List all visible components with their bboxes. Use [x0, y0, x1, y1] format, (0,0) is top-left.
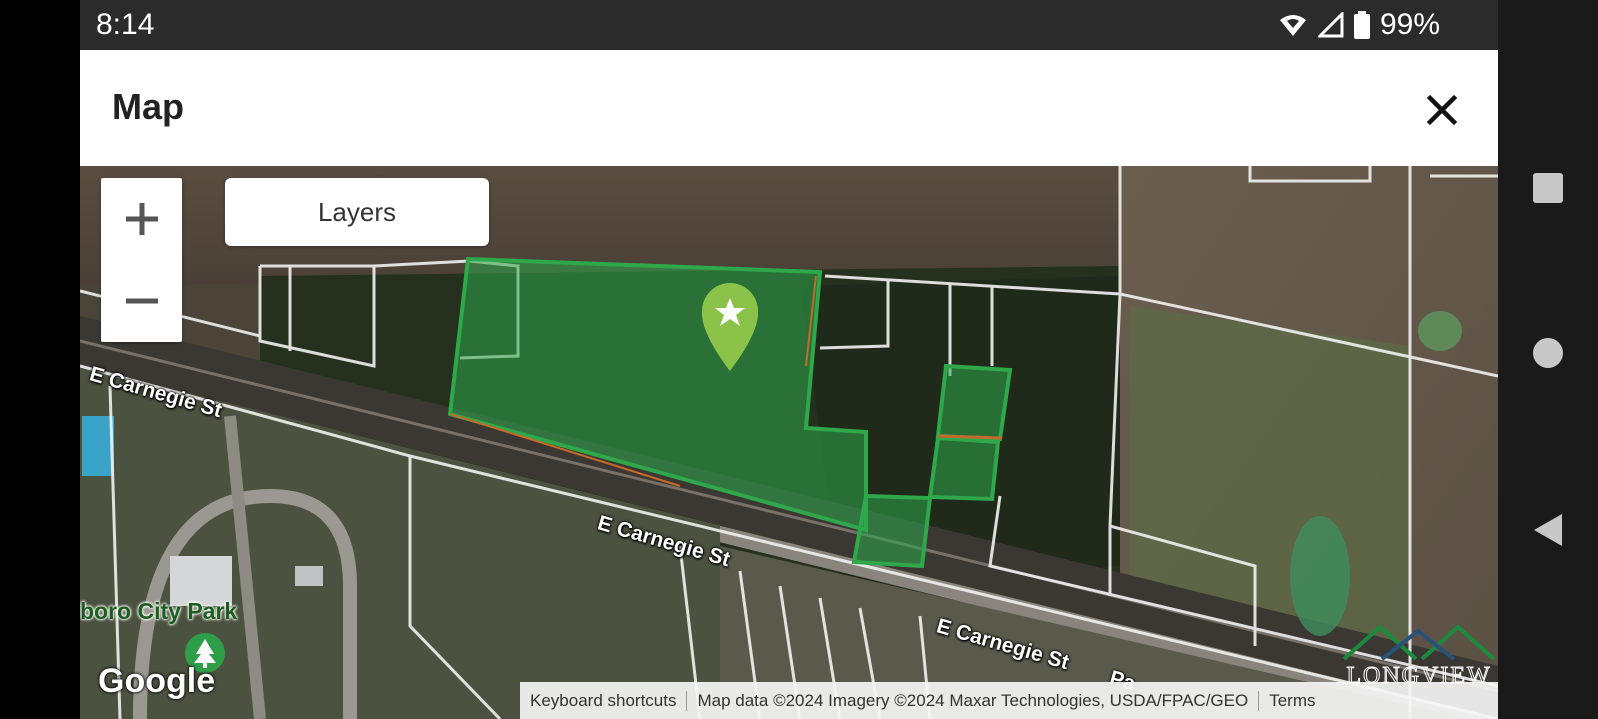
plus-icon — [125, 203, 158, 235]
longview-watermark-logo: LONGVIEW — [1342, 624, 1496, 690]
svg-text:LONGVIEW: LONGVIEW — [1346, 663, 1491, 689]
map-header: Map — [80, 50, 1498, 166]
battery-percent: 99% — [1379, 8, 1440, 41]
terms-link[interactable]: Terms — [1259, 691, 1325, 711]
map-imagery — [80, 166, 1498, 719]
minus-icon — [125, 298, 158, 304]
zoom-in-button[interactable] — [101, 178, 182, 260]
recents-button[interactable] — [1498, 158, 1598, 218]
navigation-bar — [1498, 0, 1598, 719]
cell-signal-icon — [1317, 12, 1344, 38]
back-button[interactable] — [1498, 500, 1598, 560]
status-bar: 8:14 99% — [80, 0, 1498, 50]
status-time: 8:14 — [96, 8, 155, 41]
map-data-text: Map data ©2024 Imagery ©2024 Maxar Techn… — [697, 690, 1249, 710]
circle-icon — [1533, 338, 1563, 368]
zoom-out-button[interactable] — [101, 260, 182, 342]
battery-icon — [1353, 11, 1370, 39]
status-indicators: 99% — [1278, 8, 1440, 42]
close-icon[interactable] — [1422, 90, 1462, 130]
satellite-map[interactable]: Layers E Carnegie St E Carnegie St E Car… — [80, 166, 1498, 719]
square-icon — [1533, 173, 1563, 203]
back-triangle-icon — [1534, 514, 1562, 546]
wifi-icon — [1279, 15, 1306, 36]
phone-screen: 8:14 99% Map Layers E Carnegie St E Carn… — [80, 0, 1498, 719]
layers-button[interactable]: Layers — [225, 178, 489, 246]
google-logo: Google — [98, 662, 216, 700]
park-label: boro City Park — [80, 598, 238, 624]
keyboard-shortcuts-link[interactable]: Keyboard shortcuts — [520, 691, 686, 711]
zoom-control — [101, 178, 182, 342]
home-button[interactable] — [1498, 323, 1598, 383]
page-title: Map — [112, 86, 184, 127]
